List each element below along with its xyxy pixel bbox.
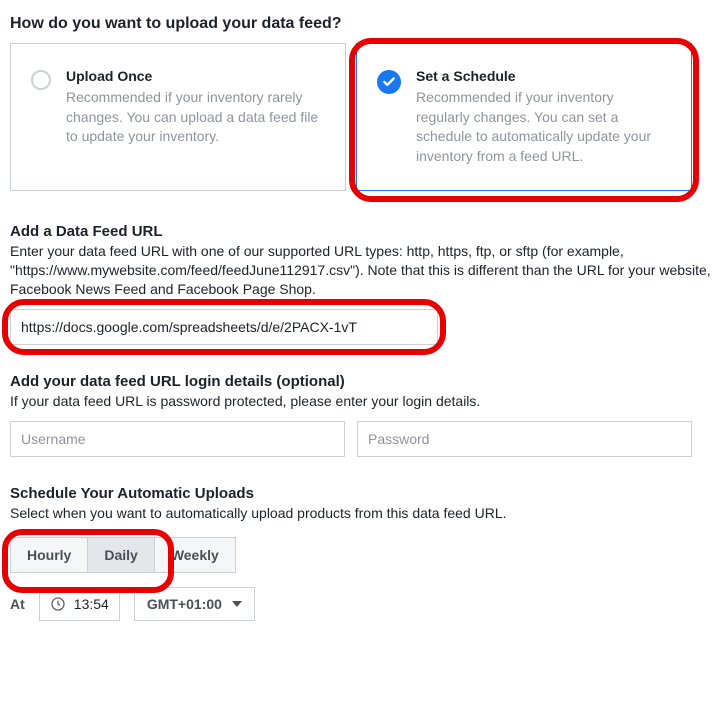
at-label: At [10,596,25,612]
feed-url-title: Add a Data Feed URL [10,223,712,240]
frequency-buttons: Hourly Daily Weekly [10,537,712,573]
chevron-down-icon [232,601,242,607]
login-title: Add your data feed URL login details (op… [10,373,712,390]
clock-icon [50,596,66,612]
feed-url-input[interactable] [10,309,438,345]
login-desc: If your data feed URL is password protec… [10,392,712,411]
option-schedule-title: Set a Schedule [416,68,671,84]
timezone-picker[interactable]: GMT+01:00 [134,587,255,621]
radio-checked-icon [377,70,401,94]
page-heading: How do you want to upload your data feed… [10,15,712,33]
timezone-value: GMT+01:00 [147,596,222,612]
time-value: 13:54 [74,596,109,612]
option-schedule-desc: Recommended if your inventory regularly … [416,88,671,166]
feed-url-desc: Enter your data feed URL with one of our… [10,242,712,299]
option-once-title: Upload Once [66,68,325,84]
password-input[interactable] [357,421,692,457]
feed-url-section: Add a Data Feed URL Enter your data feed… [10,223,712,345]
login-section: Add your data feed URL login details (op… [10,373,712,457]
schedule-desc: Select when you want to automatically up… [10,504,712,523]
option-set-schedule[interactable]: Set a Schedule Recommended if your inven… [356,43,692,191]
upload-options-row: Upload Once Recommended if your inventor… [10,43,712,191]
freq-weekly-button[interactable]: Weekly [155,537,236,573]
username-input[interactable] [10,421,345,457]
radio-unchecked-icon [31,70,51,90]
schedule-title: Schedule Your Automatic Uploads [10,485,712,502]
schedule-section: Schedule Your Automatic Uploads Select w… [10,485,712,621]
time-row: At 13:54 GMT+01:00 [10,587,712,621]
time-picker[interactable]: 13:54 [39,587,120,621]
option-once-desc: Recommended if your inventory rarely cha… [66,88,325,147]
option-upload-once[interactable]: Upload Once Recommended if your inventor… [10,43,346,191]
freq-hourly-button[interactable]: Hourly [10,537,88,573]
freq-daily-button[interactable]: Daily [88,537,154,573]
